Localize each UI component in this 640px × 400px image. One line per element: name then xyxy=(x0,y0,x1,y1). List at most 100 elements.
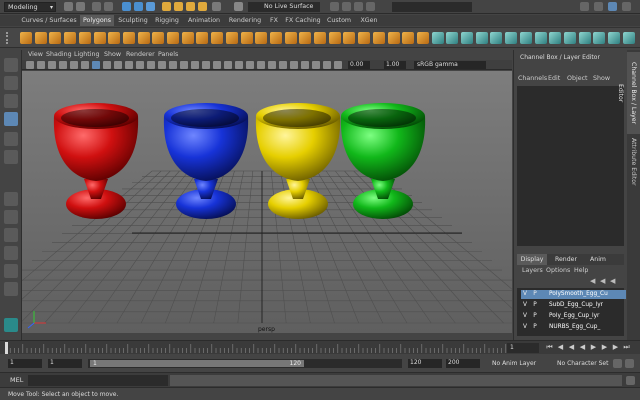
plane-icon[interactable] xyxy=(93,32,106,44)
preferences-icon[interactable] xyxy=(625,359,634,368)
layer-tab-render[interactable]: Render xyxy=(551,254,581,265)
workspace-menu[interactable]: Modeling xyxy=(4,2,56,12)
channel-box-icon[interactable] xyxy=(608,2,617,11)
gear-icon[interactable] xyxy=(196,32,209,44)
channel-box-menu-edit[interactable]: Edit xyxy=(548,74,560,84)
layer-playback-toggle[interactable]: P xyxy=(531,323,539,332)
color-space-select[interactable]: sRGB gamma xyxy=(414,61,486,69)
snap-curve-icon[interactable] xyxy=(174,2,183,11)
tab-custom[interactable]: Custom xyxy=(324,15,354,26)
tab-curves-surfaces[interactable]: Curves / Surfaces xyxy=(20,15,78,26)
xray-joints-icon[interactable] xyxy=(301,61,309,69)
grid-icon[interactable] xyxy=(92,61,100,69)
persp-outliner-icon[interactable] xyxy=(4,228,18,242)
exposure-icon[interactable] xyxy=(334,61,342,69)
time-slider[interactable]: 1 ⏮ ◀ ◀ ◀ ▶ ▶ ▶ ⏭ xyxy=(0,340,640,354)
perspective-viewport[interactable]: persp xyxy=(22,71,512,333)
prism-icon[interactable] xyxy=(152,32,165,44)
layer-visibility-toggle[interactable]: V xyxy=(521,312,529,321)
make-live-icon[interactable] xyxy=(622,32,635,44)
bevel-icon[interactable] xyxy=(358,32,371,44)
gate-mask-icon[interactable] xyxy=(125,61,133,69)
paint-select-icon[interactable] xyxy=(4,94,18,108)
layer-menu-help[interactable]: Help xyxy=(574,266,588,276)
select-component-icon[interactable] xyxy=(146,2,155,11)
layer-menu-layers[interactable]: Layers xyxy=(522,266,543,276)
pipe-icon[interactable] xyxy=(167,32,179,44)
wireframe-on-shaded-icon[interactable] xyxy=(191,61,199,69)
collapse-icon[interactable] xyxy=(446,32,459,44)
render-settings-icon[interactable] xyxy=(354,2,363,11)
green-egg-cup[interactable] xyxy=(340,103,426,219)
camera-attributes-icon[interactable] xyxy=(37,61,45,69)
merge-icon[interactable] xyxy=(416,32,429,44)
go-to-end-icon[interactable]: ⏭ xyxy=(622,343,631,352)
smooth-shade-icon[interactable] xyxy=(180,61,188,69)
layer-visibility-toggle[interactable]: V xyxy=(521,323,529,332)
cone-icon[interactable] xyxy=(64,32,77,44)
depth-of-field-icon[interactable] xyxy=(268,61,276,69)
rotate-tool-icon[interactable] xyxy=(4,132,18,146)
viewport-menu-panels[interactable]: Panels xyxy=(158,50,178,60)
2d-pan-zoom-icon[interactable] xyxy=(70,61,78,69)
cylindrical-map-icon[interactable] xyxy=(534,32,547,44)
bookmark-icon[interactable] xyxy=(48,61,56,69)
character-set-select[interactable]: No Character Set xyxy=(557,359,609,368)
resolution-gate-icon[interactable] xyxy=(114,61,122,69)
end-time-field[interactable]: 200 xyxy=(446,359,480,368)
spherical-map-icon[interactable] xyxy=(549,32,562,44)
layer-row[interactable]: V P PolySmooth_Egg_Cu xyxy=(521,290,626,299)
channel-box-menu-show[interactable]: Show xyxy=(593,74,610,84)
svg-icon[interactable] xyxy=(240,32,253,44)
go-to-start-icon[interactable]: ⏮ xyxy=(545,343,554,352)
exposure-field[interactable]: 0.00 xyxy=(348,61,370,69)
boolean-icon[interactable] xyxy=(299,32,312,44)
start-time-field[interactable]: 1 xyxy=(8,359,42,368)
mirror-icon[interactable] xyxy=(314,32,326,44)
tab-fx[interactable]: FX xyxy=(266,15,282,26)
new-layer-icon[interactable]: ◀ xyxy=(610,277,615,285)
yellow-egg-cup[interactable] xyxy=(255,103,341,219)
viewport-menu-renderer[interactable]: Renderer xyxy=(126,50,155,60)
tab-rendering[interactable]: Rendering xyxy=(226,15,264,26)
isolate-select-icon[interactable] xyxy=(279,61,287,69)
red-egg-cup[interactable] xyxy=(53,103,139,219)
tab-rigging[interactable]: Rigging xyxy=(152,15,182,26)
viewport-menu-shading[interactable]: Shading xyxy=(46,50,72,60)
magnet-icon[interactable] xyxy=(234,2,243,11)
playback-start-field[interactable]: 1 xyxy=(48,359,82,368)
select-object-icon[interactable] xyxy=(134,2,143,11)
tab-sculpting[interactable]: Sculpting xyxy=(116,15,150,26)
save-icon[interactable] xyxy=(76,2,85,11)
current-time-marker[interactable] xyxy=(5,342,8,354)
image-plane-icon[interactable] xyxy=(59,61,67,69)
hypershade-icon[interactable] xyxy=(366,2,375,11)
viewport-menu-view[interactable]: View xyxy=(28,50,43,60)
outliner-icon[interactable] xyxy=(4,282,18,296)
step-back-frame-icon[interactable]: ◀ xyxy=(567,343,576,352)
scale-tool-icon[interactable] xyxy=(4,150,18,164)
cylinder-icon[interactable] xyxy=(49,32,62,44)
step-forward-key-icon[interactable]: ▶ xyxy=(611,343,620,352)
range-slider-handle[interactable]: 1 120 xyxy=(90,360,304,367)
motion-blur-icon[interactable] xyxy=(246,61,254,69)
blue-egg-cup[interactable] xyxy=(163,103,249,219)
multi-cut-icon[interactable] xyxy=(402,32,415,44)
sculpt-icon[interactable] xyxy=(475,32,488,44)
play-backwards-icon[interactable]: ◀ xyxy=(578,343,587,352)
textured-icon[interactable] xyxy=(202,61,210,69)
target-weld-icon[interactable] xyxy=(431,32,444,44)
side-tab-attribute-editor[interactable]: Attribute Editor xyxy=(627,138,640,186)
four-view-icon[interactable] xyxy=(4,210,18,224)
step-back-key-icon[interactable]: ◀ xyxy=(556,343,565,352)
cut-uv-icon[interactable] xyxy=(593,32,606,44)
layout-uv-icon[interactable] xyxy=(578,32,591,44)
snap-grid-icon[interactable] xyxy=(162,2,171,11)
gamma-field[interactable]: 1.00 xyxy=(384,61,406,69)
fill-hole-icon[interactable] xyxy=(387,32,400,44)
persp-graph-icon[interactable] xyxy=(4,246,18,260)
grease-pencil-icon[interactable] xyxy=(81,61,89,69)
ipr-render-icon[interactable] xyxy=(342,2,351,11)
super-ellipse-icon[interactable] xyxy=(225,32,238,44)
viewport-menu-lighting[interactable]: Lighting xyxy=(74,50,99,60)
